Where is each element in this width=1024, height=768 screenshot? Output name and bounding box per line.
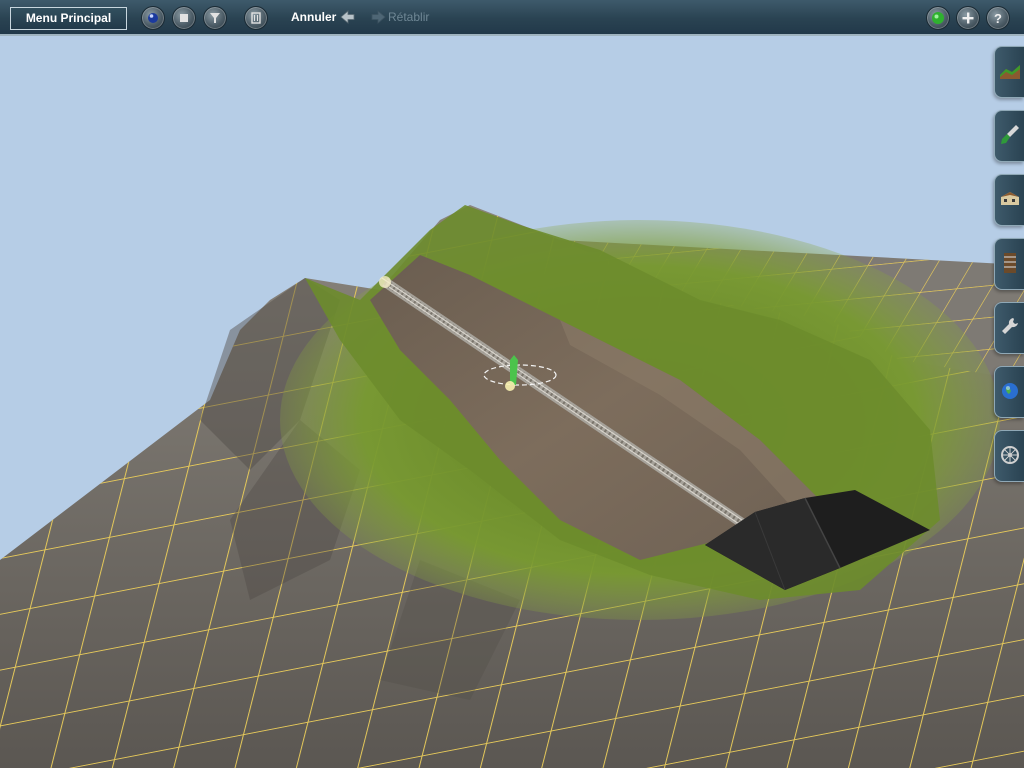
track-tool-icon	[1004, 253, 1016, 273]
terrain-tool-icon	[1000, 65, 1020, 79]
world-tool-icon	[1002, 383, 1018, 399]
side-tab-paint[interactable]	[994, 110, 1024, 162]
main-menu-button[interactable]: Menu Principal	[10, 7, 127, 30]
trash-icon	[251, 12, 261, 24]
stop-icon	[180, 14, 188, 22]
add-button[interactable]	[956, 6, 980, 30]
view-mode-icon	[148, 13, 158, 23]
undo-label[interactable]: Annuler	[291, 10, 336, 24]
view-mode-button[interactable]	[141, 6, 165, 30]
side-tab-world[interactable]	[994, 366, 1024, 418]
top-toolbar: Menu Principal Annuler Rétablir ?	[0, 0, 1024, 36]
side-tab-tools[interactable]	[994, 302, 1024, 354]
filter-button[interactable]	[203, 6, 227, 30]
help-button[interactable]: ?	[986, 6, 1010, 30]
status-light-icon	[932, 12, 944, 24]
stop-button[interactable]	[172, 6, 196, 30]
trash-button[interactable]	[244, 6, 268, 30]
help-icon: ?	[994, 11, 1002, 26]
redo-arrow-icon[interactable]	[370, 9, 386, 25]
paint-tool-icon	[1001, 125, 1019, 144]
wheel-tool-icon	[1001, 446, 1019, 464]
side-tab-wheel[interactable]	[994, 430, 1024, 482]
wrench-tool-icon	[1002, 318, 1018, 334]
add-icon	[962, 12, 974, 24]
redo-label[interactable]: Rétablir	[388, 10, 429, 24]
svg-text:?: ?	[994, 11, 1002, 26]
status-light-button[interactable]	[926, 6, 950, 30]
terrain-viewport[interactable]	[0, 0, 1024, 768]
objects-tool-icon	[1001, 192, 1019, 205]
side-tab-track[interactable]	[994, 238, 1024, 290]
undo-arrow-icon[interactable]	[340, 9, 356, 25]
side-tab-objects[interactable]	[994, 174, 1024, 226]
side-tab-terrain[interactable]	[994, 46, 1024, 98]
filter-icon	[210, 13, 220, 23]
terrain-scene	[0, 0, 1024, 768]
